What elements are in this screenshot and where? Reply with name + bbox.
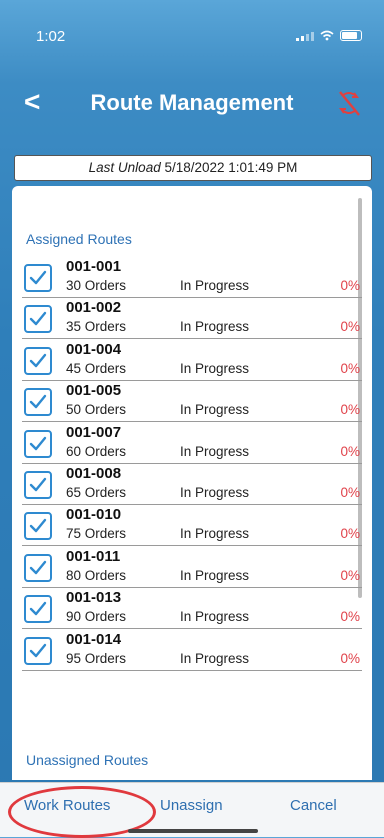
route-orders: 75 Orders [66, 526, 127, 542]
checkmark-icon [29, 601, 47, 616]
route-orders: 45 Orders [66, 360, 127, 376]
route-percent: 0% [340, 443, 360, 459]
assigned-routes-header: Assigned Routes [26, 231, 132, 247]
wifi-icon [320, 30, 334, 41]
last-unload-label: Last Unload [88, 160, 161, 175]
last-unload-value: 5/18/2022 1:01:49 PM [164, 160, 298, 175]
cancel-button[interactable]: Cancel [290, 797, 337, 814]
route-orders: 90 Orders [66, 609, 127, 625]
route-percent: 0% [340, 485, 360, 500]
route-code: 001-005 [66, 382, 122, 400]
route-percent: 0% [340, 360, 360, 376]
route-status: In Progress [180, 402, 250, 418]
status-time: 1:02 [36, 28, 66, 45]
route-orders: 60 Orders [66, 443, 127, 459]
unassigned-routes-header: Unassigned Routes [26, 752, 149, 768]
page-title: Route Management [90, 90, 294, 115]
route-row[interactable]: 001-013 90 Orders In Progress 0% [22, 587, 362, 630]
route-percent: 0% [340, 402, 360, 418]
route-percent: 0% [340, 278, 360, 293]
route-percent: 0% [340, 319, 360, 335]
nav-bar: < Route Management [0, 80, 384, 126]
checkmark-icon [29, 436, 47, 450]
route-code: 001-007 [66, 423, 122, 441]
route-status: In Progress [180, 650, 250, 666]
route-status: In Progress [180, 319, 250, 335]
route-code: 001-004 [66, 340, 122, 358]
route-code: 001-014 [66, 630, 122, 648]
route-code: 001-008 [66, 465, 122, 482]
route-status: In Progress [180, 609, 250, 625]
checkmark-icon [29, 394, 47, 409]
route-code: 001-013 [66, 589, 122, 607]
route-row[interactable]: 001-010 75 Orders In Progress 0% [22, 504, 362, 547]
route-status: In Progress [180, 526, 250, 542]
checkmark-icon [29, 312, 47, 326]
sync-off-icon[interactable] [336, 88, 362, 118]
status-bar: 1:02 [0, 0, 384, 70]
checkmark-icon [29, 477, 47, 492]
route-checkbox[interactable] [24, 512, 52, 541]
route-orders: 80 Orders [66, 567, 127, 583]
work-routes-button[interactable]: Work Routes [24, 797, 110, 814]
checkmark-icon [29, 270, 47, 285]
route-row[interactable]: 001-001 30 Orders In Progress 0% [22, 256, 362, 298]
route-row[interactable]: 001-007 60 Orders In Progress 0% [22, 422, 362, 464]
route-row[interactable]: 001-002 35 Orders In Progress 0% [22, 297, 362, 340]
checkmark-icon [29, 643, 47, 657]
route-orders: 30 Orders [66, 278, 127, 293]
route-row[interactable]: 001-014 95 Orders In Progress 0% [22, 629, 362, 671]
route-checkbox[interactable] [24, 471, 52, 499]
route-percent: 0% [340, 567, 360, 583]
checkmark-icon [29, 519, 47, 533]
route-status: In Progress [180, 443, 250, 459]
home-indicator [128, 829, 258, 833]
route-row[interactable]: 001-011 80 Orders In Progress 0% [22, 546, 362, 588]
battery-icon [340, 30, 362, 41]
route-code: 001-001 [66, 258, 122, 275]
last-unload-info: Last Unload 5/18/2022 1:01:49 PM [14, 155, 372, 181]
route-checkbox[interactable] [24, 305, 52, 334]
status-icons [296, 30, 362, 41]
route-checkbox[interactable] [24, 388, 52, 417]
checkmark-icon [29, 353, 47, 367]
route-orders: 50 Orders [66, 402, 127, 418]
route-percent: 0% [340, 609, 360, 625]
route-checkbox[interactable] [24, 346, 52, 375]
route-row[interactable]: 001-008 65 Orders In Progress 0% [22, 463, 362, 505]
route-checkbox[interactable] [24, 595, 52, 624]
route-checkbox[interactable] [24, 636, 52, 665]
routes-panel: Assigned Routes 001-001 30 Orders In Progr… [12, 186, 372, 780]
route-row[interactable]: 001-004 45 Orders In Progress 0% [22, 339, 362, 381]
route-code: 001-010 [66, 506, 122, 524]
route-row[interactable]: 001-005 50 Orders In Progress 0% [22, 380, 362, 423]
route-orders: 35 Orders [66, 319, 127, 335]
route-percent: 0% [340, 526, 360, 542]
route-status: In Progress [180, 485, 250, 500]
route-code: 001-002 [66, 299, 122, 317]
checkmark-icon [29, 560, 47, 574]
route-orders: 65 Orders [66, 485, 127, 500]
route-status: In Progress [180, 567, 250, 583]
route-status: In Progress [180, 278, 250, 293]
route-checkbox[interactable] [24, 429, 52, 458]
route-orders: 95 Orders [66, 650, 127, 666]
unassign-button[interactable]: Unassign [160, 797, 223, 814]
route-checkbox[interactable] [24, 264, 52, 292]
route-code: 001-011 [66, 547, 121, 565]
route-status: In Progress [180, 360, 250, 376]
route-checkbox[interactable] [24, 553, 52, 582]
route-percent: 0% [340, 650, 360, 666]
cellular-signal-icon [296, 31, 314, 41]
